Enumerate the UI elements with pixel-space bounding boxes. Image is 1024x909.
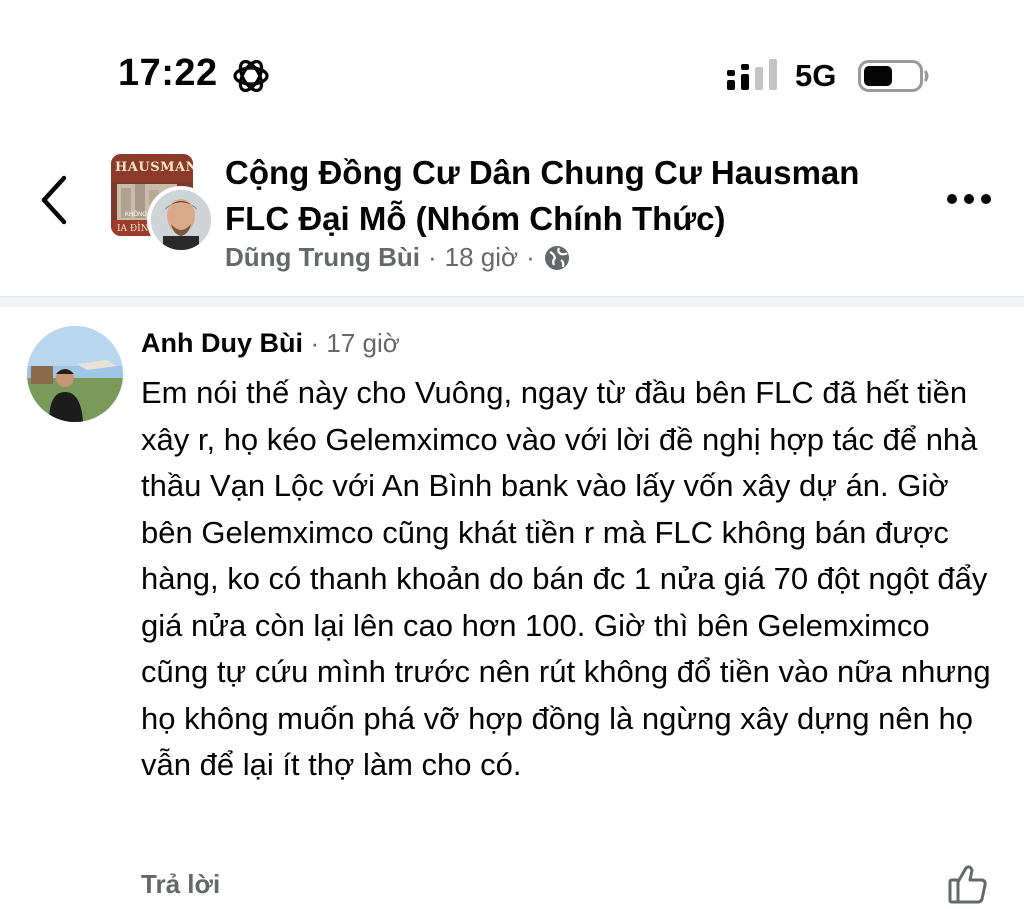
commenter-name[interactable]: Anh Duy Bùi	[141, 328, 303, 358]
comment-header: Anh Duy Bùi · 17 giờ	[141, 328, 400, 359]
focus-mode-icon	[233, 59, 269, 93]
comment-text: Em nói thế này cho Vuông, ngay từ đầu bê…	[141, 375, 991, 782]
group-avatar-text: HAUSMAN	[115, 160, 193, 175]
back-arrow-icon[interactable]	[34, 172, 76, 228]
meta-separator: ·	[427, 242, 437, 272]
signal-icon	[727, 59, 777, 90]
globe-icon	[544, 245, 569, 270]
author-avatar[interactable]	[147, 186, 215, 254]
more-options-icon[interactable]	[944, 184, 994, 214]
network-type: 5G	[795, 58, 837, 93]
meta-separator-2: ·	[526, 242, 535, 272]
section-divider	[0, 296, 1024, 307]
post-meta: Dũng Trung Bùi · 18 giờ ·	[225, 242, 571, 273]
post-time: 18 giờ	[444, 242, 519, 272]
post-author[interactable]: Dũng Trung Bùi	[225, 242, 420, 273]
group-title[interactable]: Cộng Đồng Cư Dân Chung Cư Hausman FLC Đạ…	[225, 150, 925, 242]
commenter-avatar[interactable]	[27, 326, 123, 422]
group-avatar-subtext: KHÔNG	[125, 212, 148, 218]
status-time: 17:22	[118, 52, 218, 94]
battery-icon	[858, 60, 929, 92]
comment-time: · 17 giờ	[310, 328, 400, 358]
reply-button[interactable]: Trả lời	[141, 869, 220, 900]
like-icon[interactable]	[946, 862, 990, 906]
